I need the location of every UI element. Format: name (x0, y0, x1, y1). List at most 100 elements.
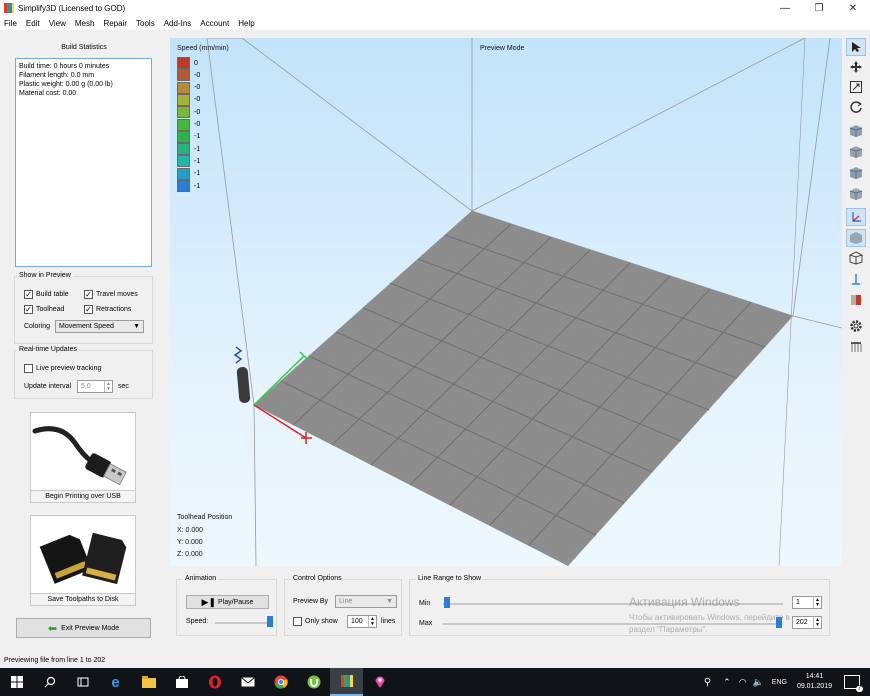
menu-repair[interactable]: Repair (103, 19, 127, 28)
select-tool-icon[interactable] (846, 38, 866, 56)
exit-preview-mode-button[interactable]: ⬅ Exit Preview Mode (16, 618, 151, 638)
speed-legend-swatch (177, 130, 190, 143)
cross-section-icon[interactable] (846, 291, 866, 309)
only-show-checkbox[interactable]: Only show (293, 617, 338, 626)
speed-legend-row: -0 (177, 118, 237, 131)
begin-printing-usb-button[interactable]: Begin Printing over USB (30, 412, 136, 503)
minimize-button[interactable]: — (768, 0, 802, 16)
speed-legend-row: -0 (177, 69, 237, 82)
update-interval-spinner[interactable]: 5,0 ▲ ▼ (77, 380, 113, 393)
speed-legend-swatch (177, 118, 190, 131)
people-icon[interactable]: ⚲ (704, 677, 711, 688)
move-tool-icon[interactable] (846, 58, 866, 76)
menu-mesh[interactable]: Mesh (75, 19, 95, 28)
preview-viewport[interactable]: Speed (mm/min) Preview Mode 0 -0 -0 -0 -0 -0 -… (170, 38, 842, 566)
gear-icon[interactable] (846, 317, 866, 335)
chevron-up-icon[interactable]: ⌃ (723, 677, 731, 688)
play-pause-button[interactable]: ▶❚ Play/Pause (186, 595, 269, 609)
menu-account[interactable]: Account (200, 19, 229, 28)
max-line-spinner[interactable]: 202 ▲ ▼ (792, 616, 822, 629)
view-front-icon[interactable] (846, 143, 866, 161)
speed-legend-value: -0 (194, 121, 201, 128)
max-slider-track (443, 623, 783, 625)
play-pause-icon: ▶❚ (201, 596, 217, 607)
chevron-down-icon: ▼ (386, 598, 393, 605)
menu-edit[interactable]: Edit (26, 19, 40, 28)
volume-icon[interactable]: 🔈 (753, 677, 764, 688)
rotate-tool-icon[interactable] (846, 98, 866, 116)
line-range-title: Line Range to Show (416, 575, 484, 582)
speed-legend-value: -1 (194, 157, 201, 165)
view-top-icon[interactable] (846, 185, 866, 203)
only-show-lines-spinner[interactable]: 100 ▲ ▼ (347, 615, 377, 628)
speed-legend-value: -0 (194, 84, 201, 92)
speed-legend-swatch (177, 180, 190, 192)
task-view-icon[interactable] (66, 668, 99, 696)
file-explorer-icon[interactable] (132, 668, 165, 696)
animation-speed-label: Speed: (186, 618, 209, 625)
save-toolpaths-button[interactable]: Save Toolpaths to Disk (30, 515, 136, 606)
toolhead-position-title: Toolhead Position (177, 514, 233, 521)
edge-icon[interactable]: e (99, 668, 132, 696)
search-icon[interactable] (33, 668, 66, 696)
preview-mode-label: Preview Mode (480, 45, 525, 52)
restore-button[interactable]: ❐ (802, 0, 836, 16)
coloring-select[interactable]: Movement Speed ▼ (55, 320, 144, 333)
build-table-checkbox[interactable]: ✓ Build table (24, 290, 69, 299)
toolhead-position-y: Y: 0.000 (177, 539, 203, 546)
menu-help[interactable]: Help (238, 19, 254, 28)
activation-watermark-title: Активация Windows (629, 595, 740, 609)
travel-moves-checkbox[interactable]: ✓ Travel moves (84, 290, 138, 299)
speed-legend-swatch (177, 167, 190, 180)
clock-time: 14:41 (805, 673, 824, 680)
z-axis-icon[interactable] (846, 270, 866, 288)
clock[interactable]: 14:41 09.01.2019 (797, 672, 832, 692)
speed-legend-row: -1 (177, 143, 237, 156)
retractions-checkbox[interactable]: ✓ Retractions (84, 305, 131, 314)
speed-legend-row: 0 (177, 57, 237, 69)
windows-start-icon[interactable] (0, 668, 33, 696)
speed-legend-row: -1 (177, 180, 237, 192)
speed-legend-row: -0 (177, 81, 237, 94)
menu-view[interactable]: View (49, 19, 66, 28)
menu-file[interactable]: File (4, 19, 17, 28)
min-slider-handle[interactable] (444, 597, 450, 608)
preview-by-select[interactable]: Line ▼ (335, 595, 397, 608)
coloring-label: Coloring (24, 323, 51, 330)
support-tool-icon[interactable] (846, 338, 866, 356)
language-indicator[interactable]: ENG (772, 679, 787, 686)
view-left-icon[interactable] (846, 164, 866, 182)
min-label: Min (419, 600, 431, 607)
build-volume-scene (206, 38, 842, 566)
control-options-title: Control Options (291, 575, 344, 582)
animation-speed-slider[interactable] (267, 616, 273, 627)
wireframe-view-icon[interactable] (846, 249, 866, 267)
sd-card-icon (39, 532, 127, 585)
network-icon[interactable]: ◠ (739, 677, 747, 688)
menu-add-ins[interactable]: Add-Ins (164, 19, 192, 28)
axes-toggle-icon[interactable] (846, 208, 866, 226)
solid-view-icon[interactable] (846, 229, 866, 247)
toolhead-checkbox[interactable]: ✓ Toolhead (24, 305, 64, 314)
speed-legend-value: -1 (194, 145, 201, 153)
utorrent-icon[interactable] (297, 668, 330, 696)
simplify3d-icon[interactable] (330, 668, 363, 696)
notifications-icon[interactable]: 7 (844, 675, 863, 692)
maps-icon[interactable] (363, 668, 396, 696)
opera-icon[interactable] (198, 668, 231, 696)
close-button[interactable]: ✕ (836, 0, 870, 16)
speed-legend-swatch (177, 93, 190, 106)
view-iso-icon[interactable] (846, 122, 866, 140)
speed-legend-value: -1 (194, 182, 201, 190)
menu-tools[interactable]: Tools (136, 19, 155, 28)
scale-tool-icon[interactable] (846, 78, 866, 96)
store-icon[interactable] (165, 668, 198, 696)
speed-legend-value: -1 (194, 133, 201, 141)
min-line-spinner[interactable]: 1 ▲ ▼ (792, 596, 822, 609)
animation-group: Animation ▶❚ Play/Pause Speed: (176, 575, 277, 636)
live-preview-tracking-checkbox[interactable]: Live preview tracking (24, 364, 101, 373)
stat-material-cost: Material cost: 0.00 (19, 90, 77, 97)
title-bar: Simplify3D (Licensed to GOD) — ❐ ✕ (0, 0, 870, 16)
chrome-icon[interactable] (264, 668, 297, 696)
mail-icon[interactable] (231, 668, 264, 696)
